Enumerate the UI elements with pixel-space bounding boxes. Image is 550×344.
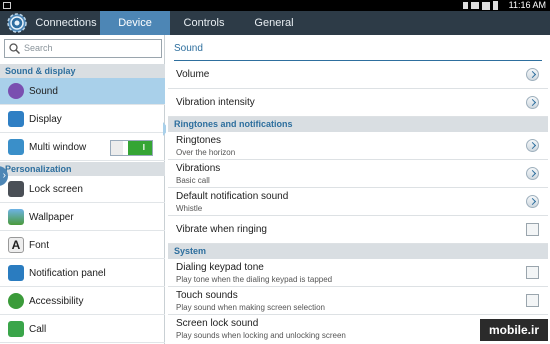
speaker-icon [8,83,24,99]
row-title: Vibrations [176,163,221,174]
row-subtitle: Basic call [176,176,210,185]
sidebar-item-display[interactable]: Display [0,106,165,133]
tab-bar: Connections Device Controls General [0,11,550,35]
pane-title: Sound [174,35,542,61]
section-system: System [168,244,548,259]
row-title: Screen lock sound [176,318,259,329]
signal-icon [482,1,490,10]
settings-gear-icon[interactable] [6,12,28,34]
clock: 11:16 AM [508,0,546,10]
multi-window-icon [8,139,24,155]
chevron-right-icon [526,167,539,180]
wifi-icon [471,2,479,9]
sidebar-item-lock-screen[interactable]: Lock screen [0,176,165,203]
row-title: Vibrate when ringing [176,224,267,235]
tab-connections[interactable]: Connections [32,11,100,35]
status-bar: 11:16 AM [0,0,550,11]
row-dialing-keypad-tone[interactable]: Dialing keypad tone Play tone when the d… [168,259,548,287]
search-placeholder: Search [24,43,53,53]
sidebar-item-label: Font [29,240,50,251]
chevron-right-icon [526,139,539,152]
sound-settings-pane: Sound Volume Vibration intensity Rington… [166,35,550,344]
chevron-right-icon [526,96,539,109]
tab-controls[interactable]: Controls [170,11,238,35]
row-vibrate-when-ringing[interactable]: Vibrate when ringing [168,216,548,244]
touch-sounds-checkbox[interactable] [526,294,539,307]
row-title: Vibration intensity [176,97,255,108]
sidebar-item-label: Notification panel [29,268,106,279]
row-vibration-intensity[interactable]: Vibration intensity [168,89,548,117]
sidebar-item-label: Lock screen [29,184,83,195]
toggle-label: I [142,143,145,152]
row-volume[interactable]: Volume [168,61,548,89]
row-subtitle: Play tone when the dialing keypad is tap… [176,275,333,284]
tab-device[interactable]: Device [100,11,170,35]
wallpaper-icon [8,209,24,225]
row-title: Dialing keypad tone [176,262,264,273]
font-icon: A [8,237,24,253]
notification-panel-icon [8,265,24,281]
chevron-right-icon [526,68,539,81]
row-title: Default notification sound [176,191,289,202]
toggle-on-track [126,141,152,155]
sidebar-item-sound[interactable]: Sound [0,78,165,105]
row-subtitle: Play sound when making screen selection [176,303,325,312]
row-touch-sounds[interactable]: Touch sounds Play sound when making scre… [168,287,548,315]
row-subtitle: Over the horizon [176,148,236,157]
battery-icon [493,1,498,10]
row-title: Ringtones [176,135,222,146]
watermark-logo: mobile.ir [480,319,548,341]
search-input[interactable]: Search [4,39,162,58]
section-personalization: Personalization [0,162,165,176]
section-ringtones-notifications: Ringtones and notifications [168,117,548,132]
sidebar-item-multi-window[interactable]: Multi window I [0,134,165,161]
toggle-knob [123,141,128,155]
dialing-keypad-tone-checkbox[interactable] [526,266,539,279]
sidebar-item-accessibility[interactable]: Accessibility [0,288,165,315]
lock-screen-icon [8,181,24,197]
accessibility-icon [8,293,24,309]
display-icon [8,111,24,127]
row-vibrations[interactable]: Vibrations Basic call [168,160,548,188]
row-title: Volume [176,69,210,80]
multi-window-toggle[interactable]: I [110,140,153,156]
sidebar-item-label: Wallpaper [29,212,74,223]
chevron-right-icon [526,195,539,208]
row-default-notification-sound[interactable]: Default notification sound Whistle [168,188,548,216]
sidebar-item-label: Accessibility [29,296,84,307]
sidebar-item-wallpaper[interactable]: Wallpaper [0,204,165,231]
row-title: Touch sounds [176,290,238,301]
sidebar-item-notification-panel[interactable]: Notification panel [0,260,165,287]
sidebar-item-font[interactable]: A Font [0,232,165,259]
sidebar-item-label: Call [29,324,47,335]
section-sound-display: Sound & display [0,64,165,78]
search-icon [9,43,20,54]
call-icon [8,321,24,337]
sidebar-item-label: Sound [29,86,58,97]
vibrate-when-ringing-checkbox[interactable] [526,223,539,236]
sidebar-item-call[interactable]: Call [0,316,165,343]
row-subtitle: Play sounds when locking and unlocking s… [176,331,346,340]
tab-general[interactable]: General [238,11,310,35]
row-subtitle: Whistle [176,204,203,213]
sidebar-item-label: Multi window [29,142,87,153]
status-icons [463,1,498,10]
notification-icon [3,2,11,9]
category-list: Search Sound & display Sound Display Mul… [0,35,169,344]
row-ringtones[interactable]: Ringtones Over the horizon [168,132,548,160]
mute-icon [463,2,468,9]
sidebar-item-label: Display [29,114,62,125]
